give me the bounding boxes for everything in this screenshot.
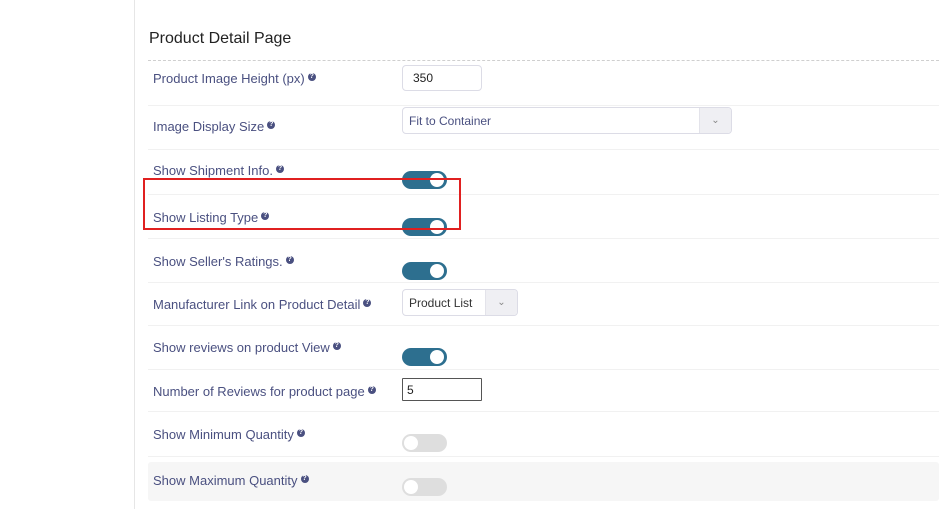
setting-row-minimum-quantity: Show Minimum Quantity? — [148, 412, 939, 457]
image-display-size-select[interactable]: Fit to Container ⌄ — [402, 107, 732, 134]
setting-row-shipment-info: Show Shipment Info.? — [148, 150, 939, 195]
setting-row-seller-ratings: Show Seller's Ratings.? — [148, 239, 939, 283]
help-icon[interactable]: ? — [367, 386, 376, 394]
toggle-knob — [404, 479, 418, 494]
setting-label: Show Shipment Info.? — [153, 163, 284, 178]
help-icon[interactable]: ? — [363, 299, 372, 307]
setting-row-reviews-on-product-view: Show reviews on product View? — [148, 326, 939, 370]
help-icon[interactable]: ? — [267, 121, 276, 129]
help-icon[interactable]: ? — [261, 212, 270, 220]
shipment-info-toggle[interactable] — [402, 171, 447, 189]
setting-label: Show Minimum Quantity? — [153, 427, 305, 442]
help-icon[interactable]: ? — [296, 429, 305, 437]
setting-label: Number of Reviews for product page? — [153, 384, 376, 399]
listing-type-toggle[interactable] — [402, 217, 447, 236]
toggle-knob — [430, 219, 444, 234]
toggle-knob — [404, 436, 418, 450]
chevron-down-icon: ⌄ — [699, 108, 731, 133]
help-icon[interactable]: ? — [300, 475, 309, 483]
setting-row-number-of-reviews: Number of Reviews for product page? — [148, 370, 939, 412]
setting-row-image-display-size: Image Display Size? Fit to Container ⌄ — [148, 106, 939, 150]
setting-row-manufacturer-link: Manufacturer Link on Product Detail? Pro… — [148, 283, 939, 326]
setting-label: Show Listing Type? — [153, 210, 270, 225]
manufacturer-link-select[interactable]: Product List ⌄ — [402, 289, 518, 316]
toggle-knob — [430, 349, 444, 364]
sidebar-divider — [134, 0, 135, 509]
image-height-input[interactable] — [402, 65, 482, 91]
settings-list: Product Image Height (px)? Image Display… — [148, 61, 939, 501]
toggle-knob — [430, 173, 444, 187]
reviews-on-product-view-toggle[interactable] — [402, 347, 447, 366]
setting-label: Image Display Size? — [153, 119, 276, 134]
help-icon[interactable]: ? — [285, 256, 294, 264]
section-title: Product Detail Page — [149, 30, 292, 47]
setting-row-image-height: Product Image Height (px)? — [148, 61, 939, 106]
maximum-quantity-toggle[interactable] — [402, 477, 447, 496]
chevron-down-icon: ⌄ — [485, 290, 517, 315]
help-icon[interactable]: ? — [307, 73, 316, 81]
toggle-knob — [430, 263, 444, 278]
number-of-reviews-input[interactable] — [402, 378, 482, 401]
setting-label: Show Maximum Quantity? — [153, 473, 309, 488]
setting-row-listing-type: Show Listing Type? — [148, 195, 939, 239]
help-icon[interactable]: ? — [332, 342, 341, 350]
setting-label: Show reviews on product View? — [153, 340, 341, 355]
help-icon[interactable]: ? — [275, 165, 284, 173]
seller-ratings-toggle[interactable] — [402, 261, 447, 280]
setting-label: Show Seller's Ratings.? — [153, 254, 294, 269]
setting-row-maximum-quantity: Show Maximum Quantity? — [148, 462, 939, 501]
setting-label: Product Image Height (px)? — [153, 71, 316, 86]
setting-label: Manufacturer Link on Product Detail? — [153, 297, 372, 312]
minimum-quantity-toggle[interactable] — [402, 434, 447, 452]
